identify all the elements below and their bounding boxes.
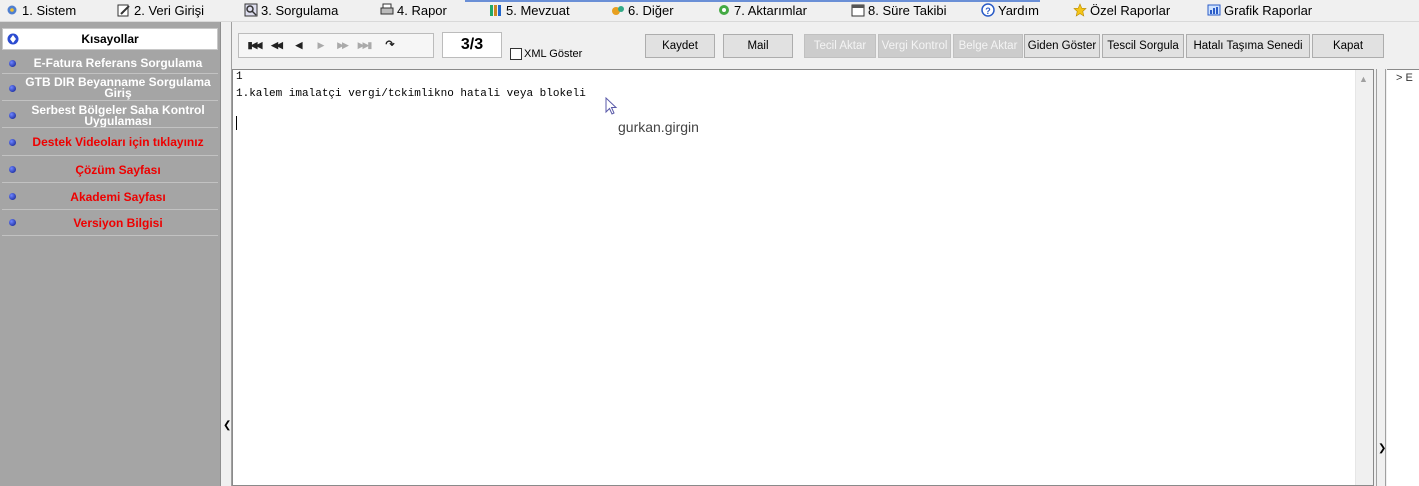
bullet-icon — [9, 112, 16, 119]
shortcuts-header-label: Kısayollar — [81, 32, 139, 46]
sidebar-item-akademi-sayfasi[interactable]: Akademi Sayfası — [2, 184, 218, 210]
xml-goster-checkbox[interactable] — [510, 48, 522, 60]
sidebar-splitter[interactable]: ❮ — [221, 22, 232, 486]
menu-item-label: 3. Sorgulama — [261, 3, 339, 18]
expand-right-icon[interactable]: ❯ — [1378, 443, 1386, 454]
sidebar-item-gtb-dir[interactable]: GTB DIR Beyanname Sorgulama Giriş — [2, 75, 218, 101]
bullet-icon — [9, 139, 16, 146]
bullet-icon — [9, 60, 16, 67]
star-icon — [1073, 3, 1087, 17]
record-navigator: ▮◀◀ ◀◀ ◀ ▶ ▶▶ ▶▶▮ ↷ — [238, 33, 434, 58]
gear-icon — [7, 5, 17, 15]
xml-goster-label: XML Göster — [524, 48, 583, 60]
first-record-icon[interactable]: ▮◀◀ — [243, 34, 265, 57]
chart-icon — [1207, 4, 1221, 16]
text-caret — [236, 116, 237, 130]
bullet-icon — [9, 193, 16, 200]
scroll-up-icon[interactable]: ▲ — [1359, 74, 1368, 84]
toolbar: ▮◀◀ ◀◀ ◀ ▶ ▶▶ ▶▶▮ ↷ 3/3 XML Göster Kayde… — [232, 22, 1419, 68]
calendar-icon — [851, 4, 865, 17]
kaydet-button[interactable]: Kaydet — [645, 34, 715, 58]
tree-node-label: E — [1405, 72, 1413, 84]
sidebar-item-label: Çözüm Sayfası — [75, 163, 161, 177]
sidebar-item-label: Akademi Sayfası — [70, 190, 166, 204]
tree-node[interactable]: > E — [1396, 72, 1413, 84]
giden-goster-button[interactable]: Giden Göster — [1024, 34, 1100, 58]
user-tooltip: gurkan.girgin — [618, 119, 699, 135]
prev-record-icon[interactable]: ◀ — [287, 34, 309, 57]
mouse-cursor-icon — [605, 97, 618, 115]
tescil-sorgula-button[interactable]: Tescil Sorgula — [1102, 34, 1184, 58]
next-record-icon[interactable]: ▶ — [309, 34, 331, 57]
collapse-left-icon[interactable]: ❮ — [223, 420, 231, 431]
belge-aktar-button[interactable]: Belge Aktar — [953, 34, 1023, 58]
sidebar-item-serbest-bolgeler[interactable]: Serbest Bölgeler Saha Kontrol Uygulaması — [2, 102, 218, 128]
menu-item-label: 6. Diğer — [628, 3, 674, 18]
vergi-kontrol-button[interactable]: Vergi Kontrol — [878, 34, 951, 58]
line-number-text: 1 — [236, 71, 243, 83]
xml-tree-panel: > E — [1387, 69, 1419, 486]
edit-icon — [117, 4, 130, 17]
menu-item-veri-girisi[interactable]: 2. Veri Girişi — [117, 0, 204, 21]
last-record-icon[interactable]: ▶▶▮ — [353, 34, 375, 57]
transfer-icon — [719, 5, 729, 15]
sidebar-item-label: GTB DIR Beyanname Sorgulama Giriş — [25, 75, 211, 100]
menu-item-label: 4. Rapor — [397, 3, 447, 18]
bullet-icon — [9, 166, 16, 173]
menu-item-diger[interactable]: 6. Diğer — [611, 0, 674, 21]
prev-page-icon[interactable]: ◀◀ — [265, 34, 287, 57]
menu-item-label: 8. Süre Takibi — [868, 3, 947, 18]
menu-item-label: Yardım — [998, 3, 1039, 18]
menu-item-label: 7. Aktarımlar — [734, 3, 807, 18]
printer-icon — [380, 3, 394, 15]
message-text-area[interactable]: 1 1.kalem imalatçi vergi/tckimlikno hata… — [232, 69, 1374, 486]
menu-item-ozel-raporlar[interactable]: Özel Raporlar — [1073, 0, 1170, 21]
help-icon: ? — [981, 3, 995, 17]
sidebar-item-label: Versiyon Bilgisi — [73, 216, 163, 230]
menu-item-label: 1. Sistem — [22, 3, 77, 18]
tecil-aktar-button[interactable]: Tecil Aktar — [804, 34, 876, 58]
record-counter: 3/3 — [442, 32, 502, 58]
editor-vertical-scrollbar[interactable]: ▲ — [1355, 70, 1373, 485]
shortcuts-sidebar: Kısayollar E-Fatura Referans Sorgulama G… — [0, 22, 221, 486]
sidebar-item-versiyon-bilgisi[interactable]: Versiyon Bilgisi — [2, 211, 218, 236]
menu-item-aktarimlar[interactable]: 7. Aktarımlar — [717, 0, 807, 21]
menu-item-label: Özel Raporlar — [1090, 3, 1171, 18]
tree-expand-icon[interactable]: > — [1396, 72, 1402, 84]
hatali-tasima-senedi-button[interactable]: Hatalı Taşıma Senedi — [1186, 34, 1310, 58]
refresh-icon[interactable]: ↷ — [379, 34, 401, 57]
sidebar-item-destek-videolari[interactable]: Destek Videoları için tıklayınız — [2, 129, 218, 156]
menu-item-grafik-raporlar[interactable]: Grafik Raporlar — [1207, 0, 1312, 21]
menu-item-mevzuat[interactable]: 5. Mevzuat — [489, 0, 570, 21]
search-icon — [244, 3, 258, 17]
next-page-icon[interactable]: ▶▶ — [331, 34, 353, 57]
menu-bar: 1. Sistem 2. Veri Girişi 3. Sorgulama 4.… — [0, 0, 1419, 22]
books-icon — [490, 5, 501, 16]
bullet-icon — [9, 219, 16, 226]
kapat-button[interactable]: Kapat — [1312, 34, 1384, 58]
svg-text:?: ? — [985, 6, 991, 16]
menu-item-sistem[interactable]: 1. Sistem — [5, 0, 76, 21]
menu-item-label: 5. Mevzuat — [506, 3, 570, 18]
bullet-icon — [9, 85, 16, 92]
tools-icon — [612, 6, 624, 15]
sidebar-item-cozum-sayfasi[interactable]: Çözüm Sayfası — [2, 157, 218, 183]
mail-button[interactable]: Mail — [723, 34, 793, 58]
menu-item-rapor[interactable]: 4. Rapor — [380, 0, 447, 21]
sidebar-item-efatura[interactable]: E-Fatura Referans Sorgulama — [2, 53, 218, 74]
sidebar-item-label: Serbest Bölgeler Saha Kontrol Uygulaması — [31, 103, 205, 128]
menu-item-sure-takibi[interactable]: 8. Süre Takibi — [851, 0, 947, 21]
shortcuts-header[interactable]: Kısayollar — [2, 28, 218, 50]
right-panel-splitter[interactable]: ❯ — [1376, 69, 1386, 486]
error-message-line: 1.kalem imalatçi vergi/tckimlikno hatali… — [236, 88, 586, 100]
menu-item-label: 2. Veri Girişi — [134, 3, 205, 18]
sidebar-item-label: E-Fatura Referans Sorgulama — [33, 56, 203, 70]
menu-item-yardim[interactable]: ? Yardım — [981, 0, 1039, 21]
menu-item-sorgulama[interactable]: 3. Sorgulama — [244, 0, 338, 21]
sidebar-item-label: Destek Videoları için tıklayınız — [32, 135, 204, 149]
menu-item-label: Grafik Raporlar — [1224, 3, 1313, 18]
